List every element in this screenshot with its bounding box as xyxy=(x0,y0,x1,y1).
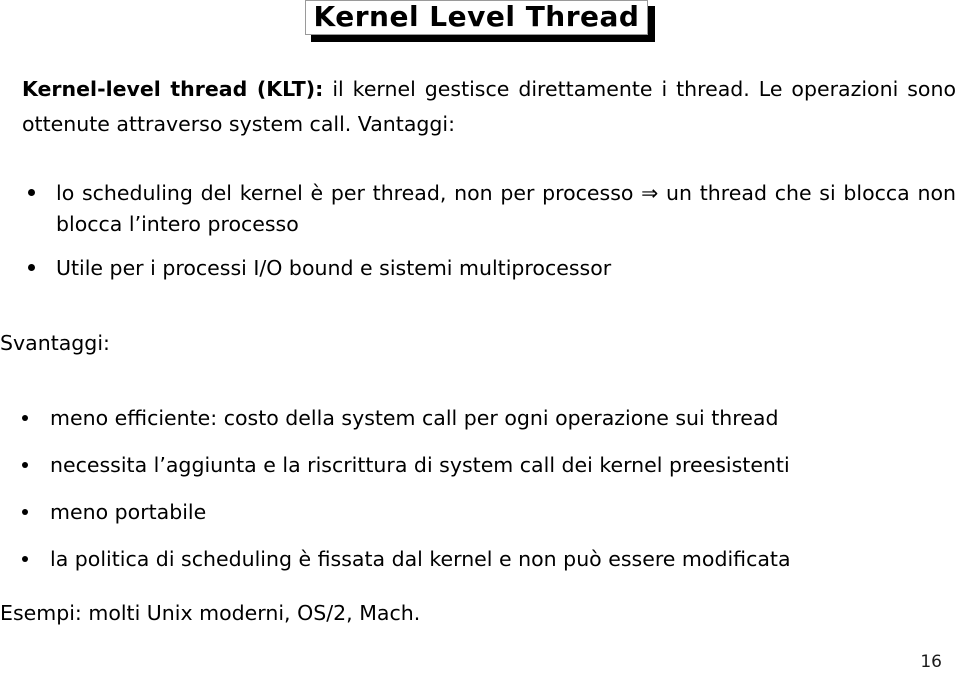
list-item: meno portabile xyxy=(22,497,956,528)
bullet-dot-icon xyxy=(22,509,28,515)
list-item: la politica di scheduling è fissata dal … xyxy=(22,544,956,575)
bullet-dot-icon xyxy=(28,264,35,271)
vantaggi-list: lo scheduling del kernel è per thread, n… xyxy=(28,178,956,297)
page-number: 16 xyxy=(920,652,942,672)
bullet-dot-icon xyxy=(22,415,28,421)
esempi-line: Esempi: molti Unix moderni, OS/2, Mach. xyxy=(0,601,421,625)
list-item-label: meno portabile xyxy=(50,500,207,524)
intro-paragraph: Kernel-level thread (KLT): il kernel ges… xyxy=(22,72,956,142)
svantaggi-heading: Svantaggi: xyxy=(0,331,110,355)
slide-title: Kernel Level Thread xyxy=(313,0,640,33)
list-item: necessita l’aggiunta e la riscrittura di… xyxy=(22,450,956,481)
bullet-dot-icon xyxy=(28,189,35,196)
bullet-dot-icon xyxy=(22,556,28,562)
list-item-label: lo scheduling del kernel è per thread, n… xyxy=(56,181,956,236)
title-banner: Kernel Level Thread xyxy=(0,0,960,46)
list-item-label: Utile per i processi I/O bound e sistemi… xyxy=(56,256,612,280)
list-item-label: meno efficiente: costo della system call… xyxy=(50,406,779,430)
svantaggi-list: meno efficiente: costo della system call… xyxy=(22,403,956,591)
bullet-dot-icon xyxy=(22,462,28,468)
list-item-label: necessita l’aggiunta e la riscrittura di… xyxy=(50,453,790,477)
list-item-label: la politica di scheduling è fissata dal … xyxy=(50,547,791,571)
intro-lead-term: Kernel-level thread (KLT): xyxy=(22,77,324,101)
list-item: lo scheduling del kernel è per thread, n… xyxy=(28,178,956,240)
title-box: Kernel Level Thread xyxy=(305,0,648,35)
list-item: Utile per i processi I/O bound e sistemi… xyxy=(28,253,956,284)
list-item: meno efficiente: costo della system call… xyxy=(22,403,956,434)
